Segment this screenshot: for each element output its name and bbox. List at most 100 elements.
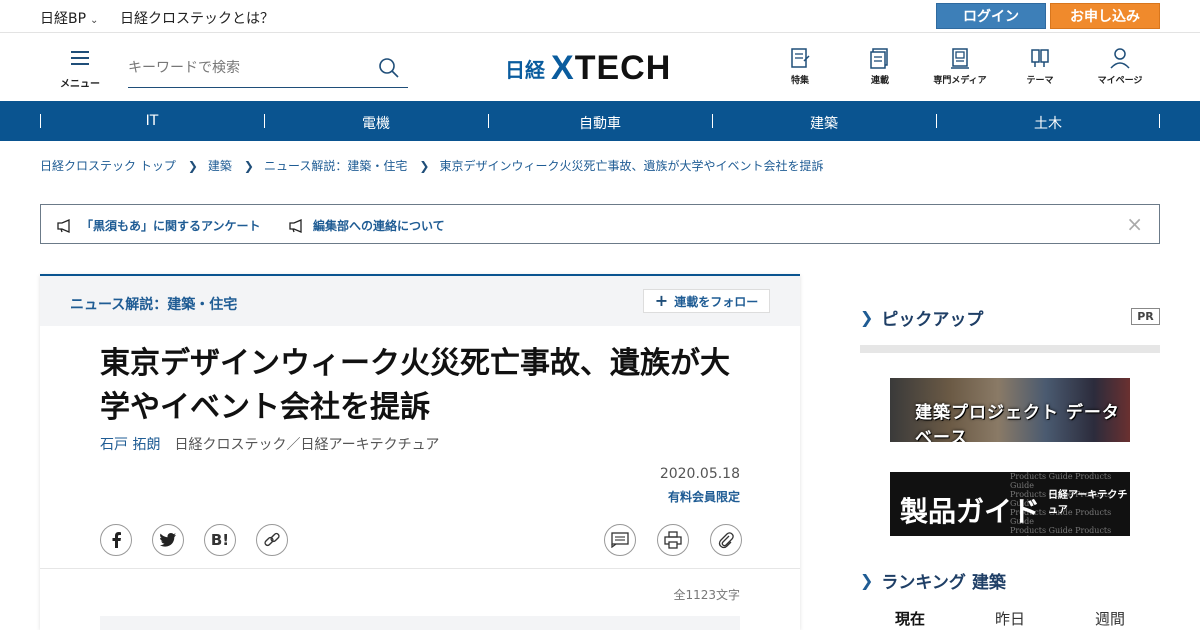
comment-icon: [611, 532, 629, 548]
follow-button[interactable]: + 連載をフォロー: [643, 289, 770, 313]
breadcrumb-item[interactable]: 建築: [208, 157, 232, 174]
hatena-bookmark-button[interactable]: B!: [204, 524, 236, 556]
category-it[interactable]: IT: [40, 113, 264, 129]
nav-series[interactable]: 連載: [840, 47, 920, 86]
publication-name: 日経クロステック／日経アーキテクチュア: [174, 437, 440, 453]
char-count: 全1123文字: [673, 588, 740, 602]
series-name[interactable]: ニュース解説：建築・住宅: [70, 294, 237, 314]
megaphone-icon: [57, 218, 70, 233]
breadcrumb-item[interactable]: 日経クロステック トップ: [40, 157, 176, 174]
copy-link-button[interactable]: [256, 524, 288, 556]
pr-badge: PR: [1131, 308, 1160, 325]
chevron-right-icon: ❯: [243, 158, 254, 173]
article-date: 2020.05.18: [659, 466, 740, 482]
menu-label: メニュー: [60, 79, 100, 90]
clip-button[interactable]: [710, 524, 742, 556]
category-electronics[interactable]: 電機: [264, 113, 488, 133]
chevron-right-icon: ❯: [187, 158, 198, 173]
share-buttons: B!: [100, 524, 308, 556]
paperclip-icon: [718, 532, 734, 549]
project-database-banner[interactable]: 建築プロジェクト データベース: [890, 378, 1130, 442]
nav-theme[interactable]: テーマ: [1000, 47, 1080, 86]
banner1-label: 建築プロジェクト データベース: [915, 403, 1120, 442]
breadcrumb: 日経クロステック トップ ❯ 建築 ❯ ニュース解説：建築・住宅 ❯ 東京デザイ…: [40, 157, 823, 174]
category-nav: IT 電機 自動車 建築 土木: [0, 101, 1200, 141]
link-icon: [264, 532, 280, 547]
follow-label: 連載をフォロー: [674, 295, 759, 309]
chevron-right-icon: ❯: [860, 308, 874, 327]
notice-contact-label: 編集部への連絡について: [313, 219, 445, 233]
category-civil[interactable]: 土木: [936, 113, 1160, 133]
brand-label: 日経BP: [40, 11, 87, 27]
article-card: ニュース解説：建築・住宅 + 連載をフォロー 東京デザインウィーク火災死亡事故、遺…: [40, 274, 800, 630]
twitter-share-button[interactable]: [152, 524, 184, 556]
facebook-icon: [112, 532, 121, 548]
chevron-right-icon: ❯: [860, 571, 874, 590]
media-icon: [951, 48, 969, 69]
breadcrumb-item[interactable]: ニュース解説：建築・住宅: [264, 157, 407, 174]
nav-mypage[interactable]: マイページ: [1080, 47, 1160, 86]
ranking-tab-yesterday[interactable]: 昨日: [960, 608, 1060, 629]
ranking-tab-weekly[interactable]: 週間: [1060, 608, 1160, 629]
header-nav: 特集 連載 専門メディア テーマ マイページ: [760, 47, 1160, 86]
series-icon: [870, 48, 888, 69]
login-button[interactable]: ログイン: [936, 3, 1046, 29]
notice-contact[interactable]: 編集部への連絡について: [289, 217, 445, 234]
signup-button[interactable]: お申し込み: [1050, 3, 1160, 29]
search-icon[interactable]: [378, 57, 400, 83]
article-body-box: [100, 616, 740, 630]
logo-en: XTECH: [551, 49, 671, 88]
sidebar-divider: [860, 345, 1160, 353]
print-icon: [664, 531, 682, 549]
search-input[interactable]: [128, 53, 368, 83]
facebook-share-button[interactable]: [100, 524, 132, 556]
category-architecture[interactable]: 建築: [712, 113, 936, 133]
chevron-down-icon: ⌄: [90, 15, 99, 26]
menu-button[interactable]: メニュー: [58, 51, 102, 90]
notice-survey[interactable]: 「黒須もあ」に関するアンケート: [57, 217, 261, 234]
top-bar: 日経BP ⌄ 日経クロステックとは？ ログイン お申し込み: [0, 0, 1200, 33]
nav-feature[interactable]: 特集: [760, 47, 840, 86]
author-name[interactable]: 石戸 拓朗: [100, 437, 160, 453]
close-icon[interactable]: ×: [1126, 212, 1143, 236]
about-link[interactable]: 日経クロステックとは？: [120, 8, 274, 28]
product-guide-banner[interactable]: Products Guide Products Guide Products G…: [890, 472, 1130, 536]
comment-button[interactable]: [604, 524, 636, 556]
ranking-title: ランキング 建築: [881, 573, 1006, 593]
nav-series-label: 連載: [870, 76, 889, 86]
banner2-label: 製品ガイド: [900, 495, 1041, 528]
notice-box: 「黒須もあ」に関するアンケート 編集部への連絡について ×: [40, 204, 1160, 244]
twitter-icon: [160, 533, 176, 547]
hamburger-icon: [71, 51, 89, 65]
site-logo[interactable]: 日経 XTECH: [505, 49, 671, 88]
nav-theme-label: テーマ: [1026, 76, 1054, 86]
logo-x: X: [551, 48, 575, 87]
notice-survey-label: 「黒須もあ」に関するアンケート: [81, 219, 261, 233]
print-button[interactable]: [657, 524, 689, 556]
article-byline: 石戸 拓朗 日経クロステック／日経アーキテクチュア: [100, 434, 439, 454]
nikkei-bp-menu[interactable]: 日経BP ⌄: [40, 8, 98, 28]
chevron-right-icon: ❯: [419, 158, 430, 173]
ranking-heading: ❯ ランキング 建築: [860, 568, 1006, 593]
breadcrumb-current[interactable]: 東京デザインウィーク火災死亡事故、遺族が大学やイベント会社を提訴: [439, 157, 823, 174]
ranking-tabs: 現在 昨日 週間: [860, 608, 1160, 629]
banner2-brand: 日経アーキテクチュア: [1048, 490, 1128, 516]
category-automotive[interactable]: 自動車: [488, 113, 712, 133]
pickup-heading: ❯ ピックアップ: [860, 305, 983, 330]
nav-media-label: 専門メディア: [933, 76, 987, 86]
article-title: 東京デザインウィーク火災死亡事故、遺族が大学やイベント会社を提訴: [100, 346, 730, 425]
nav-feature-label: 特集: [790, 76, 809, 86]
nav-mypage-label: マイページ: [1097, 76, 1143, 86]
pickup-title: ピックアップ: [881, 310, 984, 330]
feature-icon: [791, 48, 810, 68]
article-tools: [604, 524, 763, 556]
logo-ja: 日経: [505, 57, 545, 82]
nav-media[interactable]: 専門メディア: [920, 47, 1000, 86]
article-header: ニュース解説：建築・住宅 + 連載をフォロー: [40, 276, 800, 326]
site-header: メニュー 日経 XTECH 特集 連載 専門メディア テーマ マイページ: [0, 33, 1200, 101]
plus-icon: +: [654, 291, 669, 310]
logo-tech: TECH: [574, 48, 672, 87]
ranking-tab-now[interactable]: 現在: [860, 608, 960, 629]
user-icon: [1110, 48, 1130, 69]
megaphone-icon: [289, 218, 302, 233]
